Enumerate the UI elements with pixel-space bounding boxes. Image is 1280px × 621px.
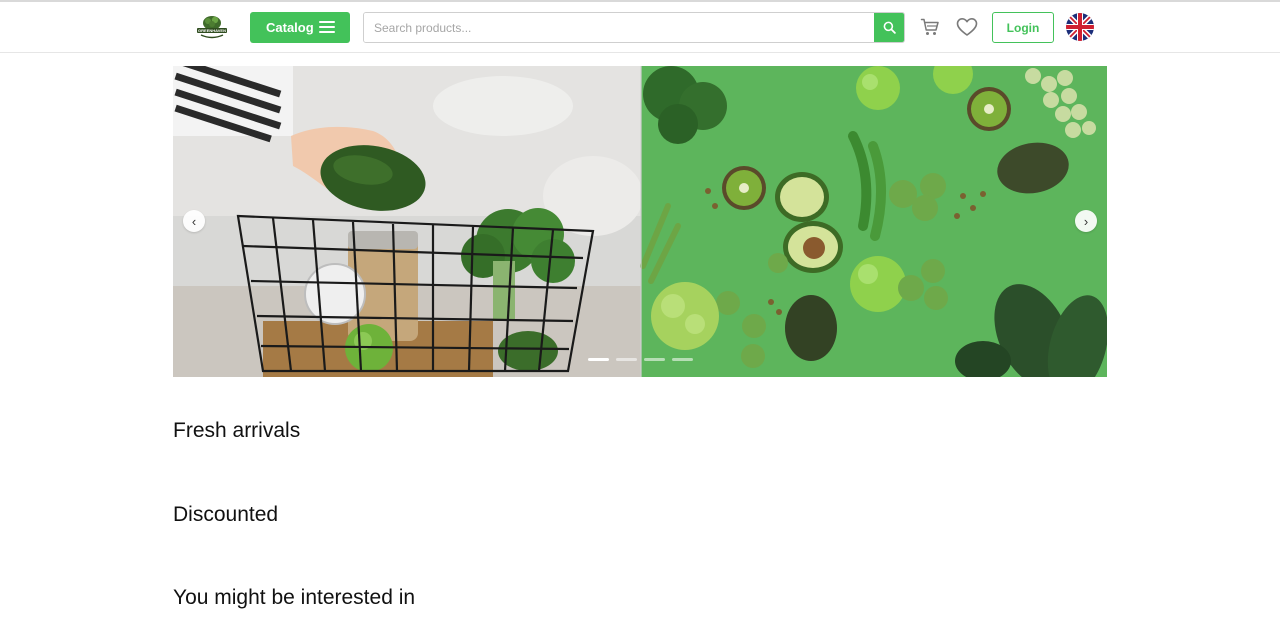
chevron-left-icon: ‹ <box>191 213 197 229</box>
carousel-pagination <box>588 358 693 361</box>
language-selector[interactable] <box>1066 13 1094 41</box>
catalog-button[interactable]: Catalog <box>250 12 350 43</box>
catalog-label: Catalog <box>266 20 314 35</box>
brand-logo[interactable]: GREENHAVEN <box>195 14 229 40</box>
carousel-dot-3[interactable] <box>644 358 665 361</box>
hero-carousel[interactable]: ‹ › <box>173 66 1107 377</box>
site-header: GREENHAVEN Catalog Login <box>0 2 1280 53</box>
cart-button[interactable] <box>920 17 940 37</box>
carousel-dot-2[interactable] <box>616 358 637 361</box>
login-label: Login <box>1006 20 1040 35</box>
search-icon <box>883 21 896 34</box>
heart-icon <box>956 18 978 36</box>
carousel-next-button[interactable]: › <box>1075 210 1097 232</box>
section-title-discounted: Discounted <box>173 503 279 526</box>
carousel-dot-4[interactable] <box>672 358 693 361</box>
carousel-dot-1[interactable] <box>588 358 609 361</box>
wishlist-button[interactable] <box>956 17 978 37</box>
uk-flag-icon <box>1066 13 1094 41</box>
carousel-prev-button[interactable]: ‹ <box>183 210 205 232</box>
login-button[interactable]: Login <box>992 12 1054 43</box>
section-title-interested: You might be interested in <box>173 586 416 609</box>
cart-icon <box>920 18 939 35</box>
menu-icon <box>319 21 335 33</box>
search-button[interactable] <box>874 13 904 42</box>
hero-banner-image <box>173 66 1107 377</box>
chevron-right-icon: › <box>1083 213 1089 229</box>
svg-text:GREENHAVEN: GREENHAVEN <box>198 28 226 33</box>
section-title-fresh-arrivals: Fresh arrivals <box>173 419 301 442</box>
search-bar <box>363 12 905 43</box>
search-input[interactable] <box>364 13 875 42</box>
